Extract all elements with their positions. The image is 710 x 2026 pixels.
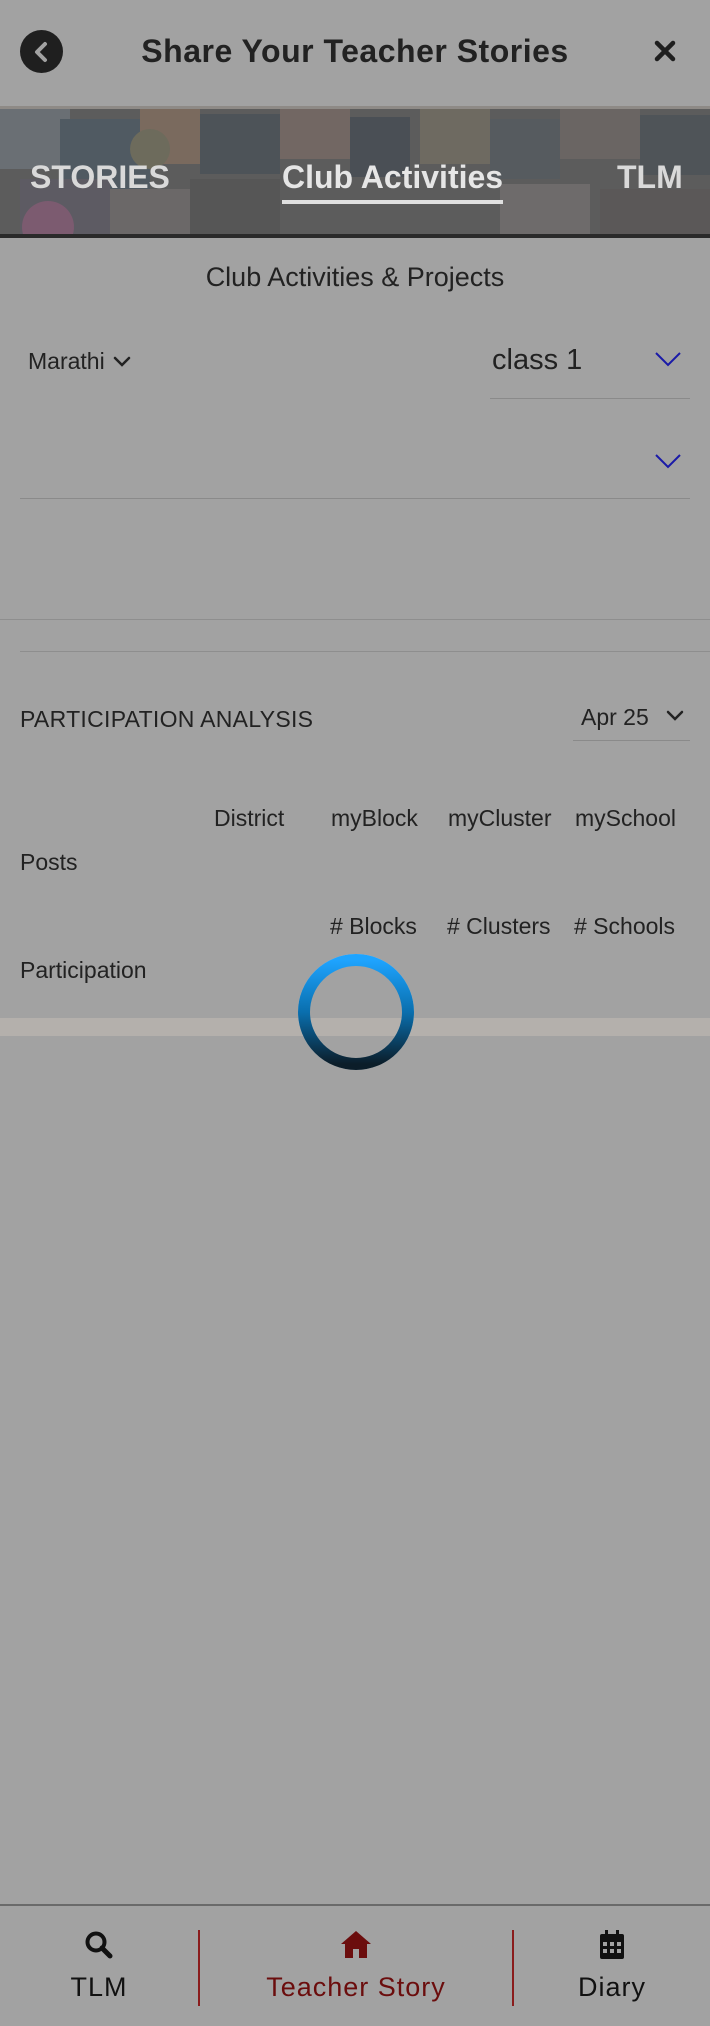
tab-tlm[interactable]: TLM	[617, 159, 683, 196]
class-select-value: class 1	[492, 344, 583, 376]
nav-label: Teacher Story	[266, 1972, 446, 2002]
close-button[interactable]	[650, 34, 680, 68]
search-icon	[85, 1931, 113, 1959]
tab-club-activities[interactable]: Club Activities	[282, 159, 504, 204]
banner-divider	[0, 234, 710, 238]
bottom-nav: TLM Teacher Story Diary	[0, 1904, 710, 2026]
nav-item-diary[interactable]: Diary	[514, 1906, 710, 2026]
tab-banner: STORIES Club Activities TLM	[0, 109, 710, 237]
chevron-left-icon	[34, 41, 47, 62]
close-icon	[654, 40, 676, 62]
column-header: # Blocks	[330, 913, 417, 939]
column-header: myBlock	[331, 805, 418, 831]
month-select[interactable]: Apr 25	[573, 696, 690, 741]
loading-spinner-icon	[298, 954, 414, 1070]
activity-select[interactable]	[20, 440, 690, 499]
home-icon	[341, 1931, 371, 1958]
column-header: District	[214, 805, 285, 831]
class-select[interactable]: class 1	[490, 340, 690, 399]
analysis-title: PARTICIPATION ANALYSIS	[20, 706, 314, 732]
chevron-down-icon	[666, 710, 684, 721]
column-header: mySchool	[575, 805, 676, 831]
month-select-value: Apr 25	[581, 704, 649, 730]
tab-stories[interactable]: STORIES	[30, 159, 170, 196]
nav-item-tlm[interactable]: TLM	[0, 1906, 198, 2026]
column-header: myCluster	[448, 805, 552, 831]
divider	[0, 619, 710, 620]
divider	[20, 651, 710, 652]
section-title: Club Activities & Projects	[205, 262, 505, 292]
column-header: # Schools	[574, 913, 676, 939]
nav-label: TLM	[70, 1972, 128, 2002]
chevron-down-icon	[113, 356, 130, 367]
row-label-posts: Posts	[20, 849, 78, 875]
back-button[interactable]	[20, 30, 63, 73]
chevron-down-icon	[655, 454, 681, 469]
calendar-icon	[600, 1930, 624, 1959]
nav-label: Diary	[577, 1972, 646, 2002]
language-select[interactable]: Marathi	[28, 348, 131, 375]
row-label-participation: Participation	[20, 957, 147, 983]
page-title: Share Your Teacher Stories	[141, 33, 569, 69]
language-select-value: Marathi	[28, 348, 105, 374]
chevron-down-icon	[655, 352, 681, 367]
nav-item-teacher-story[interactable]: Teacher Story	[200, 1906, 512, 2026]
column-header: # Clusters	[447, 913, 551, 939]
app-header: Share Your Teacher Stories	[0, 0, 710, 109]
